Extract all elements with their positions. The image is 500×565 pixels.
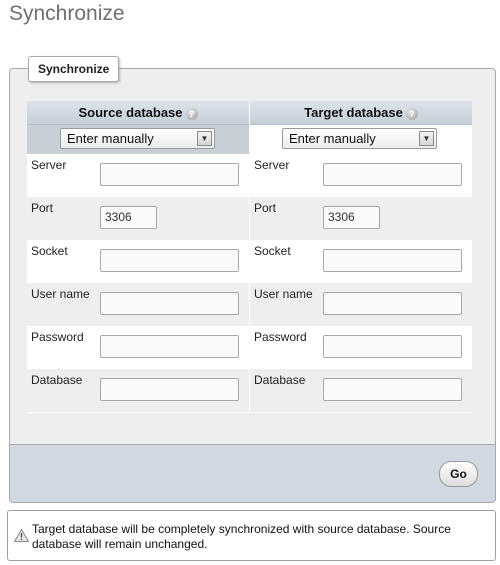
source-username-input[interactable] bbox=[100, 292, 239, 315]
notice-box: Target database will be completely synch… bbox=[7, 510, 496, 561]
target-database-label: Database bbox=[254, 373, 306, 387]
source-server-label: Server bbox=[31, 158, 67, 172]
source-header: Source database? bbox=[27, 101, 249, 125]
target-server-label: Server bbox=[254, 158, 290, 172]
source-column: Source database? Enter manually ▼ Server… bbox=[27, 101, 249, 412]
target-socket-row: Socket bbox=[250, 240, 472, 283]
sync-form-table: Source database? Enter manually ▼ Server… bbox=[27, 101, 472, 413]
target-database-input[interactable] bbox=[323, 378, 462, 401]
target-password-label: Password bbox=[254, 330, 307, 344]
target-header: Target database? bbox=[250, 101, 472, 125]
source-mode-row: Enter manually ▼ bbox=[27, 125, 249, 154]
source-port-input[interactable]: 3306 bbox=[100, 206, 157, 229]
target-server-row: Server bbox=[250, 154, 472, 197]
warning-icon bbox=[14, 529, 29, 542]
notice-text: Target database will be completely synch… bbox=[32, 522, 451, 551]
source-port-row: Port 3306 bbox=[27, 197, 249, 240]
source-password-input[interactable] bbox=[100, 335, 239, 358]
source-username-row: User name bbox=[27, 283, 249, 326]
source-server-row: Server bbox=[27, 154, 249, 197]
source-username-label: User name bbox=[31, 287, 90, 301]
source-port-label: Port bbox=[31, 201, 54, 215]
source-database-row: Database bbox=[27, 369, 249, 412]
source-header-label: Source database bbox=[78, 105, 183, 120]
target-mode-value: Enter manually bbox=[289, 131, 376, 146]
target-database-row: Database bbox=[250, 369, 472, 412]
source-socket-input[interactable] bbox=[100, 249, 239, 272]
source-mode-value: Enter manually bbox=[67, 131, 154, 146]
help-icon[interactable]: ? bbox=[405, 107, 418, 120]
target-socket-label: Socket bbox=[254, 244, 291, 258]
target-server-input[interactable] bbox=[323, 163, 462, 186]
chevron-down-icon[interactable]: ▼ bbox=[197, 131, 212, 146]
form-actions-bar bbox=[9, 445, 496, 503]
target-header-label: Target database bbox=[304, 105, 403, 120]
target-password-row: Password bbox=[250, 326, 472, 369]
source-password-label: Password bbox=[31, 330, 84, 344]
chevron-down-icon[interactable]: ▼ bbox=[419, 131, 434, 146]
source-database-label: Database bbox=[31, 373, 83, 387]
target-mode-row: Enter manually ▼ bbox=[250, 125, 472, 154]
source-socket-label: Socket bbox=[31, 244, 68, 258]
source-password-row: Password bbox=[27, 326, 249, 369]
target-username-input[interactable] bbox=[323, 292, 462, 315]
target-port-input[interactable]: 3306 bbox=[323, 206, 380, 229]
go-button[interactable]: Go bbox=[439, 461, 478, 487]
target-username-row: User name bbox=[250, 283, 472, 326]
source-database-input[interactable] bbox=[100, 378, 239, 401]
target-port-label: Port bbox=[254, 201, 277, 215]
source-mode-select[interactable]: Enter manually ▼ bbox=[60, 128, 215, 149]
target-username-label: User name bbox=[254, 287, 313, 301]
target-port-row: Port 3306 bbox=[250, 197, 472, 240]
page-title: Synchronize bbox=[9, 2, 125, 25]
help-icon[interactable]: ? bbox=[185, 107, 198, 120]
target-password-input[interactable] bbox=[323, 335, 462, 358]
target-socket-input[interactable] bbox=[323, 249, 462, 272]
fieldset-legend: Synchronize bbox=[28, 56, 120, 82]
target-column: Target database? Enter manually ▼ Server… bbox=[250, 101, 472, 412]
source-socket-row: Socket bbox=[27, 240, 249, 283]
source-server-input[interactable] bbox=[100, 163, 239, 186]
target-mode-select[interactable]: Enter manually ▼ bbox=[282, 128, 437, 149]
